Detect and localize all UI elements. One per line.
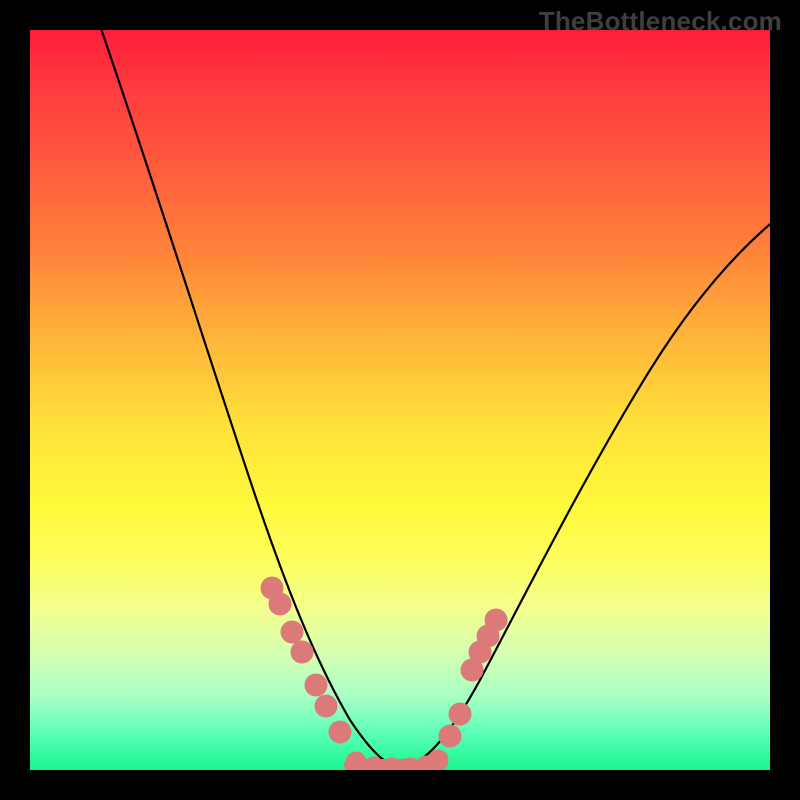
bottleneck-curve-right: [400, 220, 770, 768]
cluster-left-dots: [261, 577, 351, 743]
chart-frame: TheBottleneck.com: [0, 0, 800, 800]
floor-dots: [346, 750, 448, 770]
bottleneck-curve-left: [98, 30, 400, 768]
plot-svg: [30, 30, 770, 770]
watermark-text: TheBottleneck.com: [539, 6, 782, 37]
plot-area: [30, 30, 770, 770]
cluster-right-dots: [439, 609, 507, 747]
